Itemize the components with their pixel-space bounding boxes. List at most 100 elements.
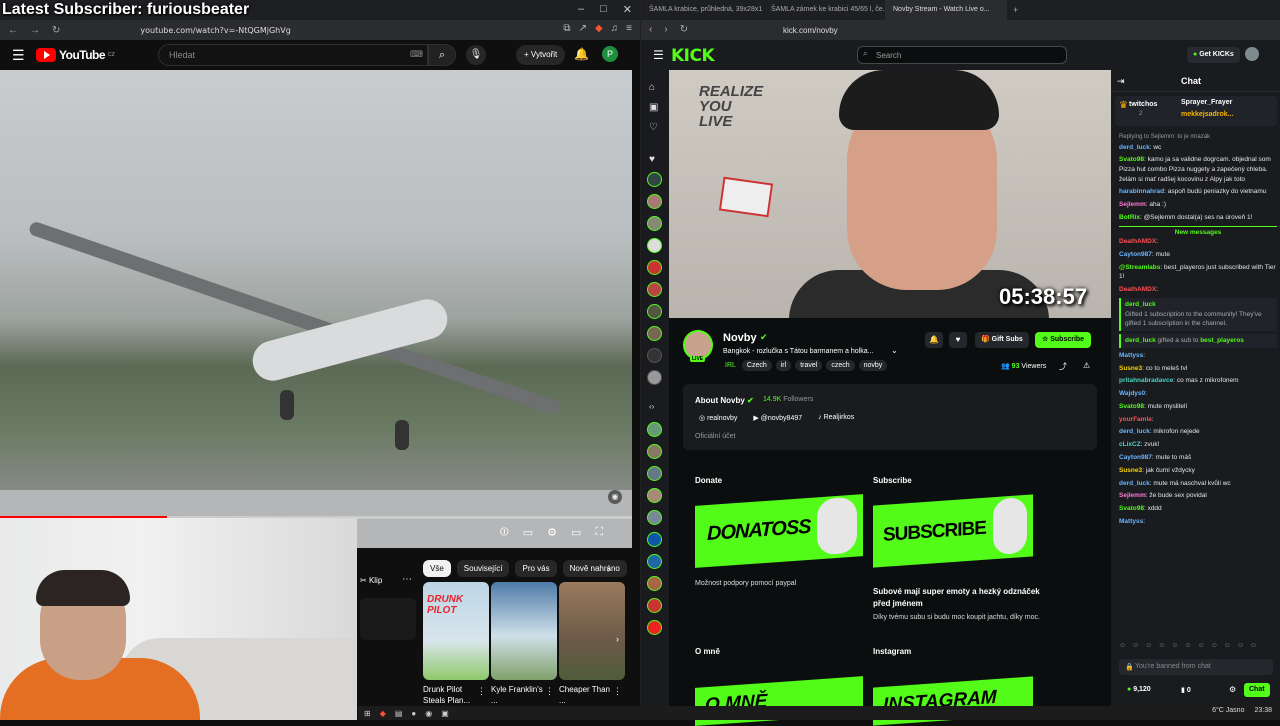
- url-field[interactable]: kick.com/novby: [783, 26, 838, 35]
- browser-tab[interactable]: ŠAMLA krabice, průhledná, 39x28x1...: [641, 0, 763, 20]
- followed-channel-avatar[interactable]: [647, 282, 662, 297]
- url-field[interactable]: youtube.com/watch?v=-NtQGMjGhVg: [140, 26, 290, 35]
- back-icon[interactable]: ←: [8, 25, 18, 36]
- chip-all[interactable]: Vše: [423, 560, 451, 577]
- emote-bar[interactable]: ☺ ☺ ☺ ☺ ☺ ☺ ☺ ☺ ☺ ☺ ☺: [1119, 642, 1259, 649]
- category-link[interactable]: IRL: [723, 360, 738, 371]
- subscribe-button[interactable]: ☆ Subscribe: [1035, 332, 1092, 348]
- extension-icon[interactable]: ⧉: [563, 23, 570, 34]
- browse-icon[interactable]: ▣: [649, 102, 658, 113]
- app-icon[interactable]: ▣: [441, 709, 449, 718]
- recommended-channel-avatar[interactable]: [647, 620, 662, 635]
- cc-icon[interactable]: ◉: [608, 490, 622, 504]
- browser-tab-active[interactable]: Novby Stream - Watch Live o...: [885, 0, 1007, 20]
- chevron-right-icon[interactable]: ›: [607, 564, 610, 575]
- chat-input[interactable]: You're banned from chat: [1119, 659, 1273, 675]
- microphone-icon[interactable]: 🎙: [466, 45, 486, 65]
- reload-icon[interactable]: ↻: [680, 24, 688, 35]
- gift-subs-button[interactable]: 🎁 Gift Subs: [975, 332, 1029, 348]
- menu-icon[interactable]: ≡: [626, 23, 632, 34]
- clip-button[interactable]: ✂ Klip: [360, 576, 382, 585]
- chat-username[interactable]: Svato98: [1119, 505, 1144, 512]
- app-icon[interactable]: ▤: [395, 709, 403, 718]
- chat-username[interactable]: Wajdys0: [1119, 390, 1145, 397]
- chat-username[interactable]: Susne3: [1119, 467, 1142, 474]
- chat-username[interactable]: Mattyss: [1119, 518, 1143, 525]
- video-title[interactable]: Kyle Franklin's ...: [491, 684, 545, 706]
- report-warning-icon[interactable]: ⚠: [1083, 361, 1090, 370]
- send-chat-button[interactable]: Chat: [1244, 683, 1270, 697]
- chat-username[interactable]: Svato98: [1119, 403, 1144, 410]
- chevron-right-icon[interactable]: ›: [616, 634, 619, 644]
- notifications-bell-icon[interactable]: 🔔: [574, 47, 589, 61]
- brave-shield-icon[interactable]: ◆: [595, 23, 603, 34]
- share-icon[interactable]: ⤴: [1059, 361, 1067, 372]
- followed-channel-avatar[interactable]: [647, 194, 662, 209]
- chat-username[interactable]: Sejlemm: [1119, 492, 1146, 499]
- theater-mode-icon[interactable]: ▭: [571, 526, 581, 539]
- more-options-icon[interactable]: ⋮: [545, 686, 554, 697]
- notification-bell-icon[interactable]: 🔔: [925, 332, 943, 348]
- recommended-channel-avatar[interactable]: [647, 576, 662, 591]
- clock[interactable]: 23:38: [1254, 707, 1272, 714]
- chat-username[interactable]: @Streamlabs: [1119, 264, 1160, 271]
- share-icon[interactable]: ↗: [579, 23, 587, 34]
- settings-gear-icon[interactable]: ⚙: [547, 526, 557, 539]
- chat-settings-gear-icon[interactable]: ⚙: [1229, 685, 1236, 694]
- subscribe-banner[interactable]: SUBSCRIBE: [873, 494, 1033, 568]
- chat-username[interactable]: Sejlemm: [1119, 201, 1146, 208]
- recommended-channel-avatar[interactable]: [647, 422, 662, 437]
- chat-username[interactable]: Cayton987: [1119, 251, 1152, 258]
- chip-for-you[interactable]: Pro vás: [515, 560, 557, 577]
- expand-sidebar-icon[interactable]: ‹›: [649, 402, 654, 411]
- get-kicks-button[interactable]: ● Get KICKs: [1187, 47, 1240, 63]
- recommended-channel-avatar[interactable]: [647, 488, 662, 503]
- forward-icon[interactable]: ›: [664, 24, 667, 35]
- followed-channel-avatar[interactable]: [647, 326, 662, 341]
- brave-icon[interactable]: ◆: [380, 709, 386, 718]
- tag[interactable]: irl: [775, 360, 792, 371]
- channel-points[interactable]: ▮ 0: [1181, 686, 1191, 694]
- followed-channel-avatar[interactable]: [647, 238, 662, 253]
- youtube-search-input[interactable]: Hledat: [158, 44, 428, 66]
- back-icon[interactable]: ‹: [649, 24, 652, 35]
- kick-search-input[interactable]: Search: [857, 46, 1067, 64]
- autoplay-toggle-icon[interactable]: ⏼: [500, 526, 509, 539]
- followed-channel-avatar[interactable]: [647, 172, 662, 187]
- chat-username[interactable]: Susne3: [1119, 365, 1142, 372]
- chat-username[interactable]: yourFamle: [1119, 416, 1152, 423]
- weather-widget[interactable]: 6°C Jasno: [1212, 707, 1244, 714]
- video-thumbnail[interactable]: [559, 582, 625, 680]
- donate-banner[interactable]: DONATOSS: [695, 494, 863, 568]
- video-title[interactable]: Cheaper Than ...: [559, 684, 613, 706]
- create-button[interactable]: + Vytvořit: [516, 45, 566, 65]
- video-player[interactable]: [0, 70, 632, 548]
- recommended-channel-avatar[interactable]: [647, 532, 662, 547]
- reload-icon[interactable]: ↻: [52, 25, 60, 36]
- followed-channel-avatar[interactable]: [647, 348, 662, 363]
- user-avatar[interactable]: [1245, 47, 1259, 61]
- collapse-chat-icon[interactable]: ⇥: [1117, 76, 1125, 87]
- browser-tab[interactable]: ŠAMLA zámek ke krabici 45/65 l, če...: [763, 0, 885, 20]
- youtube-logo[interactable]: YouTube CZ: [36, 48, 115, 62]
- recommended-channel-avatar[interactable]: [647, 444, 662, 459]
- chip-related[interactable]: Související: [456, 560, 510, 577]
- live-stream-player[interactable]: REALIZE YOU LIVE 05:38:57: [669, 70, 1111, 318]
- followed-channel-avatar[interactable]: [647, 304, 662, 319]
- chat-username[interactable]: derd_luck: [1125, 337, 1156, 344]
- app-icon[interactable]: ◉: [425, 709, 432, 718]
- recommended-channel-avatar[interactable]: [647, 510, 662, 525]
- home-icon[interactable]: ⌂: [649, 82, 655, 93]
- more-options-icon[interactable]: ⋮: [477, 686, 486, 697]
- chat-username[interactable]: harabinnahrad: [1119, 188, 1164, 195]
- chat-username[interactable]: Cayton987: [1119, 454, 1152, 461]
- hamburger-menu-icon[interactable]: ☰: [653, 48, 664, 62]
- chat-username[interactable]: Svato98: [1119, 156, 1144, 163]
- followed-channel-avatar[interactable]: [647, 260, 662, 275]
- favorites-heart-icon[interactable]: ♥: [649, 154, 655, 165]
- tag[interactable]: novby: [858, 360, 888, 371]
- app-icon[interactable]: ●: [411, 709, 416, 718]
- music-icon[interactable]: ♫: [611, 23, 619, 34]
- start-icon[interactable]: ⊞: [364, 709, 371, 718]
- gift-target-username[interactable]: best_playeros: [1200, 337, 1244, 344]
